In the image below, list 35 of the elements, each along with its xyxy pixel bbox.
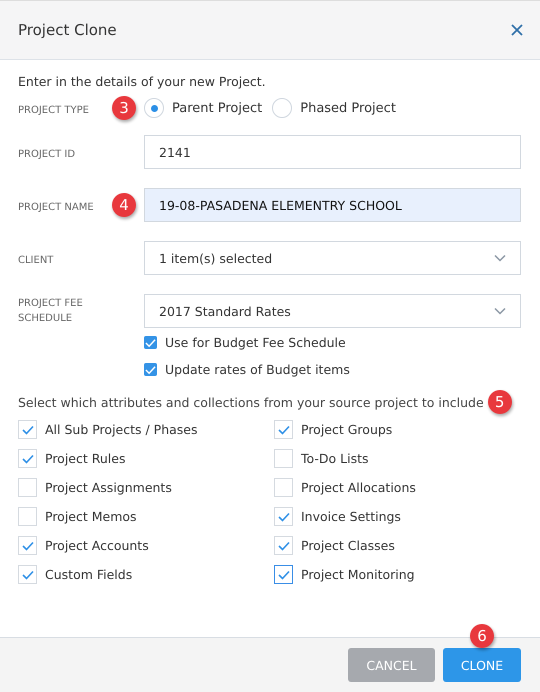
field-label: PROJECT ID	[18, 148, 76, 162]
field-label: PROJECT NAME	[18, 201, 94, 215]
checkbox-option[interactable]: All Sub Projects / Phases	[18, 420, 274, 439]
field-label: CLIENT	[18, 254, 54, 268]
number-badge: 5	[488, 390, 512, 414]
radio-option[interactable]: Parent Project	[144, 98, 262, 118]
checkbox-option[interactable]: Project Groups	[274, 420, 521, 439]
dropdown-field[interactable]: 1 item(s) selected	[144, 241, 521, 275]
field-label: PROJECT TYPE	[18, 104, 89, 118]
number-badge: 6	[470, 624, 494, 648]
dialog-title: Project Clone	[18, 21, 117, 39]
checkbox-option[interactable]: Project Memos	[18, 507, 274, 526]
checkbox-option[interactable]: Project Monitoring	[274, 565, 521, 584]
chevron-down-icon	[494, 307, 506, 315]
checkbox-option[interactable]: Project Accounts	[18, 536, 274, 555]
checkbox-option[interactable]: To-Do Lists	[274, 449, 521, 468]
section-prompt: Select which attributes and collections from your source project to include	[18, 394, 484, 410]
number-badge: 4	[112, 193, 136, 217]
checkbox-option[interactable]: Invoice Settings	[274, 507, 521, 526]
chevron-down-icon	[494, 254, 506, 262]
instruction-text: Enter in the details of your new Project.	[18, 74, 267, 89]
checkbox-option[interactable]: Project Assignments	[18, 478, 274, 497]
close-icon[interactable]	[510, 23, 524, 37]
checkbox-option[interactable]: Project Rules	[18, 449, 274, 468]
dropdown-field[interactable]: 2017 Standard Rates	[144, 294, 521, 328]
checkbox-option[interactable]: Use for Budget Fee Schedule	[144, 335, 521, 350]
checkbox-option[interactable]: Custom Fields	[18, 565, 274, 584]
checkbox-option[interactable]: Project Classes	[274, 536, 521, 555]
text-field[interactable]: 2141	[144, 135, 521, 169]
radio-option[interactable]: Phased Project	[272, 98, 396, 118]
field-label: PROJECT FEE SCHEDULE	[18, 297, 84, 326]
number-badge: 3	[112, 96, 136, 120]
text-field[interactable]: 19-08-PASADENA ELEMENTRY SCHOOL	[144, 188, 521, 222]
checkbox-option[interactable]: Project Allocations	[274, 478, 521, 497]
checkbox-option[interactable]: Update rates of Budget items	[144, 362, 521, 377]
